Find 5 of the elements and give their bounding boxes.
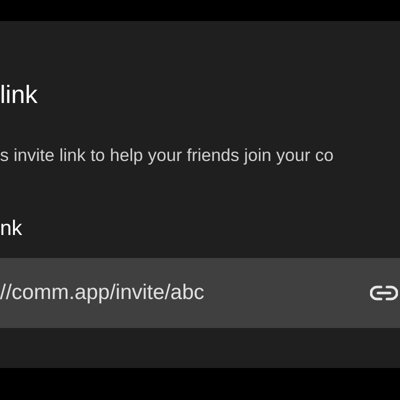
link-icon[interactable] [370, 284, 398, 302]
dialog-title: link [0, 80, 39, 110]
field-label: nk [0, 216, 22, 242]
invite-link-field[interactable]: //comm.app/invite/abc [0, 258, 400, 328]
description-text: s invite link to help your friends join your co [0, 144, 334, 166]
